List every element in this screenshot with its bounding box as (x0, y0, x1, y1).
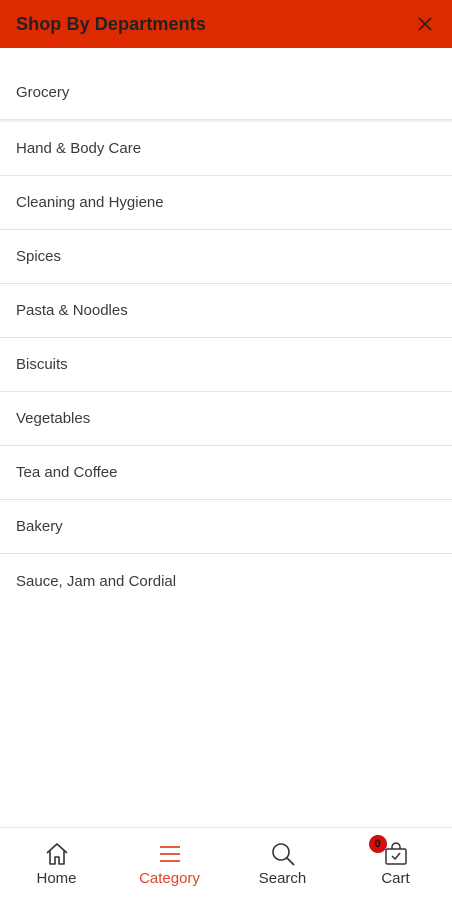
list-item[interactable]: Spices (0, 230, 452, 284)
nav-search[interactable]: Search (226, 828, 339, 900)
nav-search-label: Search (258, 870, 307, 887)
list-item[interactable]: Hand & Body Care (0, 122, 452, 176)
list-item[interactable]: Bakery (0, 500, 452, 554)
page-title: Shop By Departments (16, 13, 206, 34)
home-icon (45, 843, 68, 865)
nav-home-label: Home (36, 870, 77, 887)
nav-cart-label: Cart (381, 870, 410, 887)
search-icon (271, 843, 295, 866)
list-item[interactable]: Tea and Coffee (0, 446, 452, 500)
department-list: Grocery Hand & Body Care Cleaning and Hy… (0, 66, 452, 608)
list-item[interactable]: Grocery (0, 66, 452, 120)
cart-badge: 0 (368, 835, 387, 853)
bottom-nav: Home Category Search 0 Cart (0, 827, 452, 900)
nav-category[interactable]: Category (113, 828, 226, 900)
list-item[interactable]: Biscuits (0, 338, 452, 392)
close-icon (418, 17, 432, 31)
nav-cart[interactable]: 0 Cart (339, 828, 452, 900)
header-bar: Shop By Departments (0, 0, 452, 48)
list-item[interactable]: Vegetables (0, 392, 452, 446)
list-item[interactable]: Sauce, Jam and Cordial (0, 554, 452, 608)
list-item[interactable]: Pasta & Noodles (0, 284, 452, 338)
nav-home[interactable]: Home (0, 828, 113, 900)
cart-icon-wrapper: 0 (368, 835, 409, 870)
menu-icon (159, 846, 180, 862)
close-button[interactable] (414, 13, 436, 35)
nav-category-label: Category (139, 870, 200, 887)
list-item[interactable]: Cleaning and Hygiene (0, 176, 452, 230)
